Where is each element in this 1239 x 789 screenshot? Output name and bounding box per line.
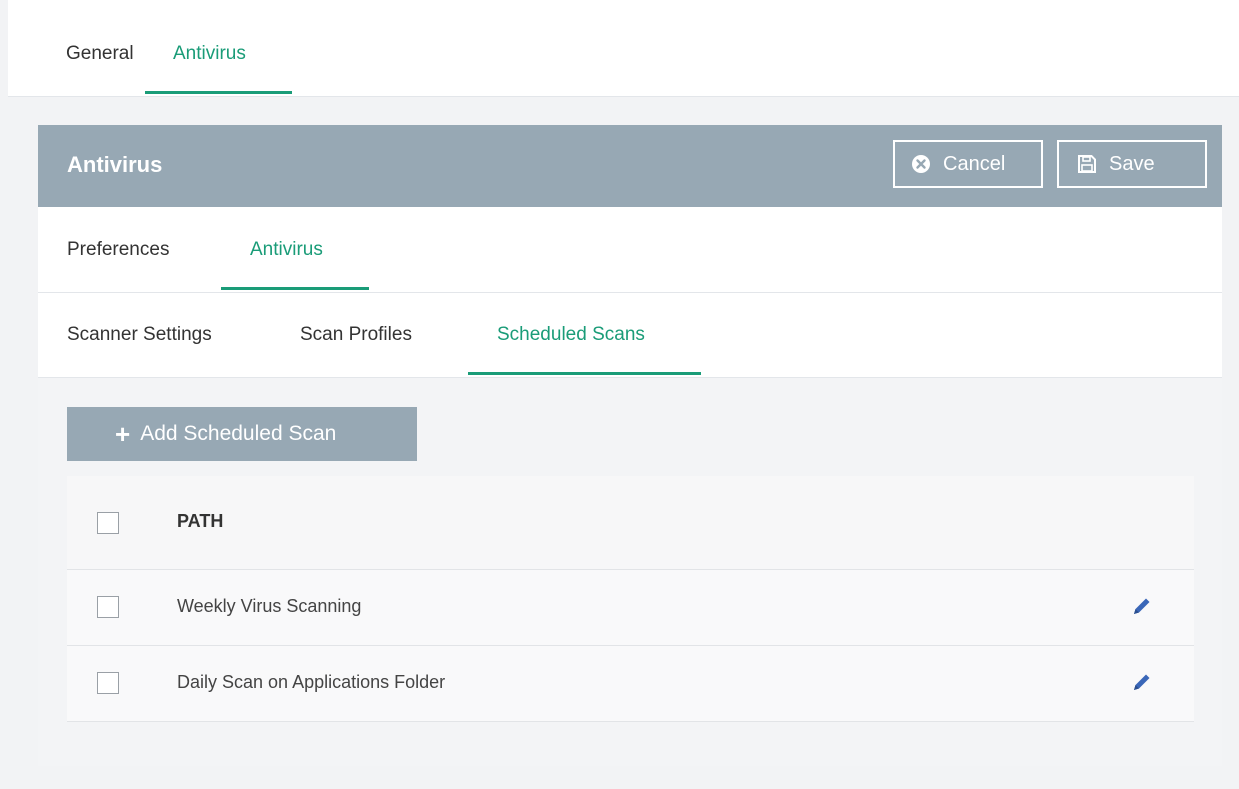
panel-header: Antivirus Cancel Save (38, 125, 1222, 207)
tab-antivirus[interactable]: Antivirus (173, 43, 246, 65)
table-row: Weekly Virus Scanning (67, 570, 1194, 646)
add-scheduled-scan-button[interactable]: + Add Scheduled Scan (67, 407, 417, 461)
pencil-icon[interactable] (1131, 671, 1153, 693)
save-label: Save (1109, 152, 1155, 175)
floppy-disk-icon (1078, 155, 1096, 173)
scheduled-scans-content: + Add Scheduled Scan PATH Weekly Virus S… (38, 378, 1222, 766)
table-header-row: PATH (67, 476, 1194, 570)
antivirus-panel: Antivirus Cancel Save Preferences Antivi… (38, 125, 1222, 766)
preferences-tab-bar: Preferences Antivirus (38, 207, 1222, 293)
pencil-icon[interactable] (1131, 595, 1153, 617)
select-all-checkbox[interactable] (97, 512, 119, 534)
tab-active-indicator (145, 91, 292, 94)
top-tab-bar: General Antivirus (8, 0, 1239, 97)
tab-scheduled-scans[interactable]: Scheduled Scans (497, 324, 645, 346)
row-path: Weekly Virus Scanning (177, 596, 362, 616)
scheduled-scans-table: PATH Weekly Virus Scanning Daily Scan on… (67, 476, 1194, 722)
add-scheduled-scan-label: Add Scheduled Scan (140, 422, 337, 445)
pref-tab-active-indicator (221, 287, 369, 290)
tab-scanner-settings[interactable]: Scanner Settings (67, 324, 212, 346)
tab-antivirus-settings[interactable]: Antivirus (250, 239, 323, 261)
path-column-header: PATH (177, 511, 224, 531)
circle-x-icon (912, 155, 930, 173)
cancel-label: Cancel (943, 152, 1006, 175)
panel-title: Antivirus (67, 152, 163, 177)
sub-tab-active-indicator (468, 372, 701, 375)
tab-preferences[interactable]: Preferences (67, 239, 169, 261)
plus-icon: + (115, 419, 131, 449)
row-path: Daily Scan on Applications Folder (177, 672, 446, 692)
save-button[interactable]: Save (1057, 140, 1207, 188)
antivirus-sub-tab-bar: Scanner Settings Scan Profiles Scheduled… (38, 293, 1222, 378)
cancel-button[interactable]: Cancel (893, 140, 1043, 188)
tab-general[interactable]: General (66, 43, 134, 65)
row-checkbox[interactable] (97, 672, 119, 694)
row-checkbox[interactable] (97, 596, 119, 618)
table-row: Daily Scan on Applications Folder (67, 646, 1194, 722)
tab-scan-profiles[interactable]: Scan Profiles (300, 324, 412, 346)
